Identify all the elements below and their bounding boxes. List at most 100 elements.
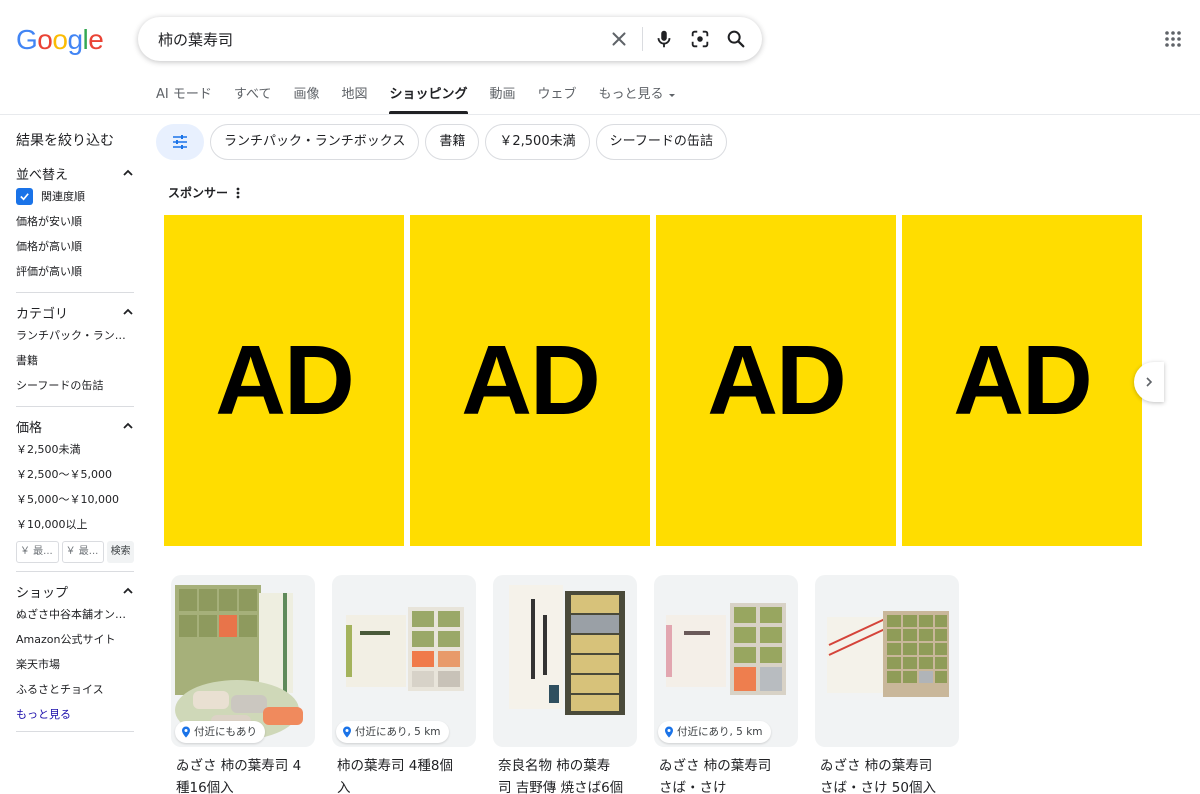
tab-images[interactable]: 画像 <box>293 84 319 114</box>
tune-icon <box>173 135 187 149</box>
chevron-up-icon <box>123 169 133 176</box>
category-section-header[interactable]: カテゴリ <box>16 301 134 323</box>
product-image[interactable]: 付近にもあり <box>171 575 315 747</box>
product-title-line: さば・さけ <box>659 780 727 794</box>
caret-down-icon <box>668 94 675 97</box>
product-image[interactable]: 付近にあり, 5 km <box>654 575 798 747</box>
product-image[interactable] <box>815 575 959 747</box>
price-heading: 価格 <box>16 420 43 436</box>
microphone-icon[interactable] <box>653 28 675 50</box>
shop-section-header[interactable]: ショップ <box>16 580 134 602</box>
product-grid: 付近にもあり ゐざさ 柿の葉寿司 4 種16個入 付近にあり, 5 km 柿の葉… <box>171 575 959 794</box>
tab-all[interactable]: すべて <box>234 84 272 114</box>
category-books[interactable]: 書籍 <box>16 348 134 373</box>
product-title-line: 種16個入 <box>176 780 234 794</box>
product-title-line: 入 <box>337 780 351 794</box>
chevron-up-icon <box>123 422 133 429</box>
chip-canned-seafood[interactable]: シーフードの缶詰 <box>595 124 727 160</box>
filter-chips: ランチパック・ランチボックス 書籍 ￥2,500未満 シーフードの缶詰 <box>156 124 727 160</box>
search-input[interactable]: 柿の葉寿司 <box>158 29 233 50</box>
shop-rakuten[interactable]: 楽天市場 <box>16 652 134 677</box>
google-logo[interactable]: Google <box>16 24 104 56</box>
tab-ai-mode[interactable]: AI モード <box>156 84 212 114</box>
chip-books[interactable]: 書籍 <box>425 124 480 160</box>
product-card[interactable]: 付近にあり, 5 km 柿の葉寿司 4種8個 入 <box>332 575 476 794</box>
sort-relevance[interactable]: 関連度順 <box>16 184 134 209</box>
category-canned-seafood[interactable]: シーフードの缶詰 <box>16 373 134 398</box>
filter-sidebar: 結果を絞り込む 並べ替え 関連度順 価格が安い順 価格が高い順 評価が高い順 カ… <box>16 130 134 740</box>
shop-heading: ショップ <box>16 585 69 601</box>
ad-tile[interactable]: AD <box>656 215 896 546</box>
price-search-button[interactable]: 検索 <box>107 541 134 563</box>
divider <box>16 406 134 407</box>
ad-tile[interactable]: AD <box>410 215 650 546</box>
price-max-input[interactable]: ￥ 最... <box>61 541 105 563</box>
tab-more-label: もっと見る <box>598 87 664 102</box>
chip-under-2500[interactable]: ￥2,500未満 <box>485 124 590 160</box>
product-card[interactable]: 付近にもあり ゐざさ 柿の葉寿司 4 種16個入 <box>171 575 315 794</box>
nearby-badge: 付近にあり, 5 km <box>658 721 771 743</box>
product-title[interactable]: ゐざさ 柿の葉寿司 さば・さけ <box>654 755 798 794</box>
sort-rating[interactable]: 評価が高い順 <box>16 259 134 284</box>
chevron-up-icon <box>123 587 133 594</box>
checkbox-checked[interactable] <box>16 188 33 205</box>
nearby-badge: 付近にあり, 5 km <box>336 721 449 743</box>
apps-grid-icon[interactable] <box>1164 30 1182 48</box>
price-min-input[interactable]: ￥ 最... <box>16 541 59 563</box>
product-title[interactable]: ゐざさ 柿の葉寿司 さば・さけ 50個入 <box>815 755 959 794</box>
sponsored-ads-row: AD AD AD AD <box>164 215 1142 546</box>
sidebar-title: 結果を絞り込む <box>16 133 114 149</box>
lens-camera-icon[interactable] <box>689 28 711 50</box>
sushi-box-image <box>827 611 949 697</box>
shop-more-link[interactable]: もっと見る <box>16 702 134 727</box>
clear-icon[interactable] <box>608 28 630 50</box>
price-5000-10000[interactable]: ￥5,000〜￥10,000 <box>16 487 134 512</box>
chip-lunchbox[interactable]: ランチパック・ランチボックス <box>210 124 420 160</box>
price-2500-5000[interactable]: ￥2,500〜￥5,000 <box>16 462 134 487</box>
tab-maps[interactable]: 地図 <box>341 84 367 114</box>
price-under-2500[interactable]: ￥2,500未満 <box>16 437 134 462</box>
product-title[interactable]: 柿の葉寿司 4種8個 入 <box>332 755 476 794</box>
price-range-inputs: ￥ 最... ￥ 最... 検索 <box>16 541 134 563</box>
tabs-divider <box>0 114 1200 115</box>
tab-more[interactable]: もっと見る <box>599 84 676 114</box>
product-title-line: さば・さけ 50個入 <box>820 780 936 794</box>
divider <box>16 571 134 572</box>
check-icon <box>20 193 29 201</box>
sort-relevance-label: 関連度順 <box>41 190 85 203</box>
divider <box>16 292 134 293</box>
product-card[interactable]: 付近にあり, 5 km ゐざさ 柿の葉寿司 さば・さけ <box>654 575 798 794</box>
product-image[interactable]: 付近にあり, 5 km <box>332 575 476 747</box>
product-title-line: ゐざさ 柿の葉寿司 <box>659 758 772 774</box>
product-title[interactable]: 奈良名物 柿の葉寿 司 吉野傳 焼さば6個 <box>493 755 637 794</box>
ad-tile[interactable]: AD <box>902 215 1142 546</box>
product-image[interactable] <box>493 575 637 747</box>
search-tabs: AI モード すべて 画像 地図 ショッピング 動画 ウェブ もっと見る <box>156 84 698 116</box>
chevron-right-icon <box>1146 377 1153 387</box>
shop-furusato[interactable]: ふるさとチョイス <box>16 677 134 702</box>
sort-price-high[interactable]: 価格が高い順 <box>16 234 134 259</box>
product-card[interactable]: 奈良名物 柿の葉寿 司 吉野傳 焼さば6個 <box>493 575 637 794</box>
shop-izasa[interactable]: ぬざさ中谷本舗オン… <box>16 602 134 627</box>
location-pin-icon <box>182 726 190 738</box>
product-card[interactable]: ゐざさ 柿の葉寿司 さば・さけ 50個入 <box>815 575 959 794</box>
more-vert-icon[interactable] <box>236 186 240 200</box>
shop-amazon[interactable]: Amazon公式サイト <box>16 627 134 652</box>
tab-videos[interactable]: 動画 <box>490 84 516 114</box>
all-filters-chip[interactable] <box>156 124 204 160</box>
tab-web[interactable]: ウェブ <box>538 84 577 114</box>
tab-shopping[interactable]: ショッピング <box>389 84 468 114</box>
product-title-line: 司 吉野傳 焼さば6個 <box>498 780 624 794</box>
ad-tile[interactable]: AD <box>164 215 404 546</box>
sort-price-low[interactable]: 価格が安い順 <box>16 209 134 234</box>
category-lunchbox[interactable]: ランチパック・ランチボックス <box>16 323 134 348</box>
price-section-header[interactable]: 価格 <box>16 415 134 437</box>
search-bar[interactable]: 柿の葉寿司 <box>138 17 762 61</box>
sponsored-header: スポンサー <box>168 184 240 201</box>
price-over-10000[interactable]: ￥10,000以上 <box>16 512 134 537</box>
sponsored-label: スポンサー <box>168 186 229 200</box>
sort-section-header[interactable]: 並べ替え <box>16 162 134 184</box>
search-divider <box>642 27 643 51</box>
product-title[interactable]: ゐざさ 柿の葉寿司 4 種16個入 <box>171 755 315 794</box>
search-icon[interactable] <box>725 28 747 50</box>
